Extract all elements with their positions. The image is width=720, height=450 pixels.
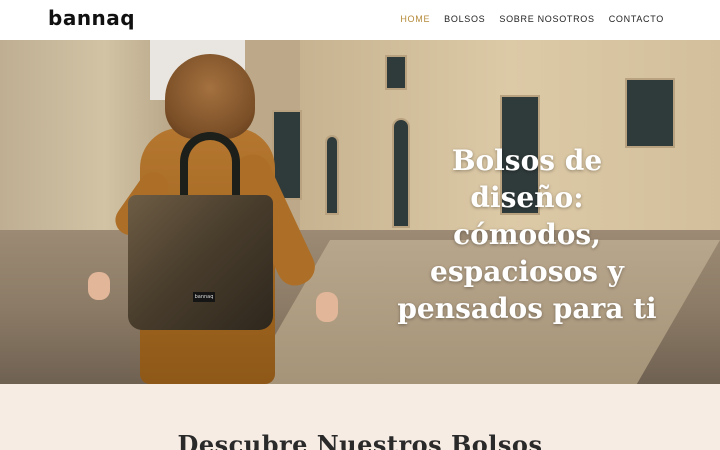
tote-bag xyxy=(128,195,273,330)
doorway xyxy=(325,135,339,215)
site-header: bannaq HOME BOLSOS SOBRE NOSOTROS CONTAC… xyxy=(0,0,720,40)
section-title: Descubre Nuestros Bolsos xyxy=(177,430,543,450)
main-nav: HOME BOLSOS SOBRE NOSOTROS CONTACTO xyxy=(400,14,664,24)
person-hand-left xyxy=(88,272,110,300)
nav-contacto[interactable]: CONTACTO xyxy=(609,14,664,24)
hero-title-line: espaciosos y xyxy=(430,255,624,288)
hero-title-line: cómodos, xyxy=(453,218,601,251)
person-hand-right xyxy=(316,292,338,322)
person-hair xyxy=(165,54,255,139)
window xyxy=(625,78,675,148)
hero-banner: bannaq Bolsos de diseño: cómodos, espaci… xyxy=(0,40,720,384)
bag-brand-label: bannaq xyxy=(193,292,215,302)
window xyxy=(385,55,407,90)
nav-bolsos[interactable]: BOLSOS xyxy=(444,14,485,24)
discover-section: Descubre Nuestros Bolsos xyxy=(0,384,720,450)
site-logo[interactable]: bannaq xyxy=(48,6,135,30)
hero-title-line: pensados para ti xyxy=(397,292,657,325)
nav-sobre-nosotros[interactable]: SOBRE NOSOTROS xyxy=(499,14,594,24)
nav-home[interactable]: HOME xyxy=(400,14,430,24)
hero-title-line: Bolsos de diseño: xyxy=(451,144,603,214)
hero-title: Bolsos de diseño: cómodos, espaciosos y … xyxy=(396,142,658,327)
